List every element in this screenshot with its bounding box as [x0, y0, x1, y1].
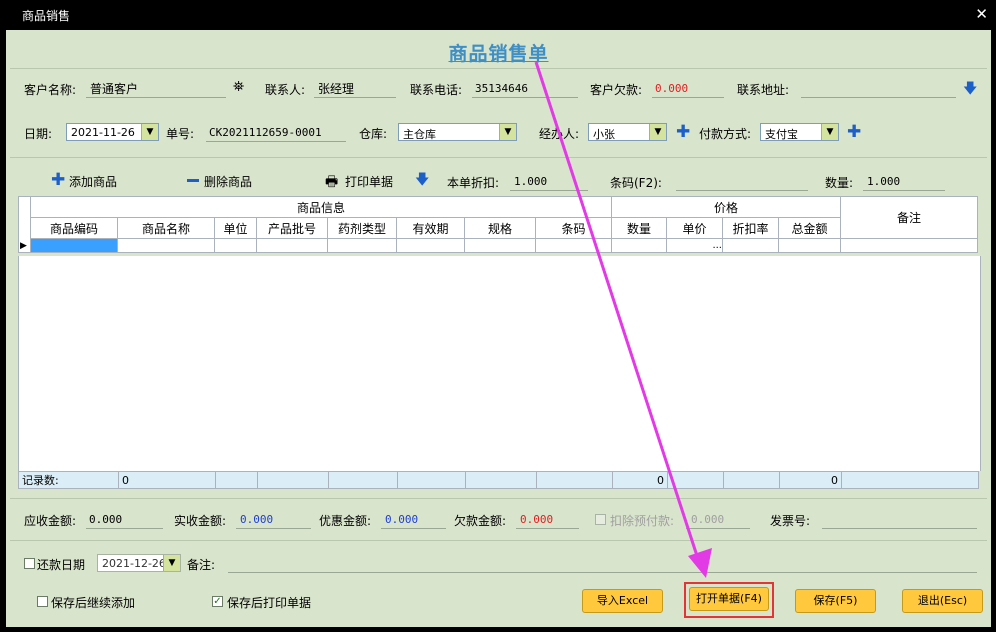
annotation-arrow-head	[688, 548, 712, 578]
annotation-arrow	[534, 61, 712, 578]
annotation-arrow-line	[534, 61, 701, 563]
sales-window: 商品销售 ✕ 商品销售单 客户名称: 普通客户 ⛯ 联系人: 张经理 联系电话:…	[0, 0, 996, 632]
